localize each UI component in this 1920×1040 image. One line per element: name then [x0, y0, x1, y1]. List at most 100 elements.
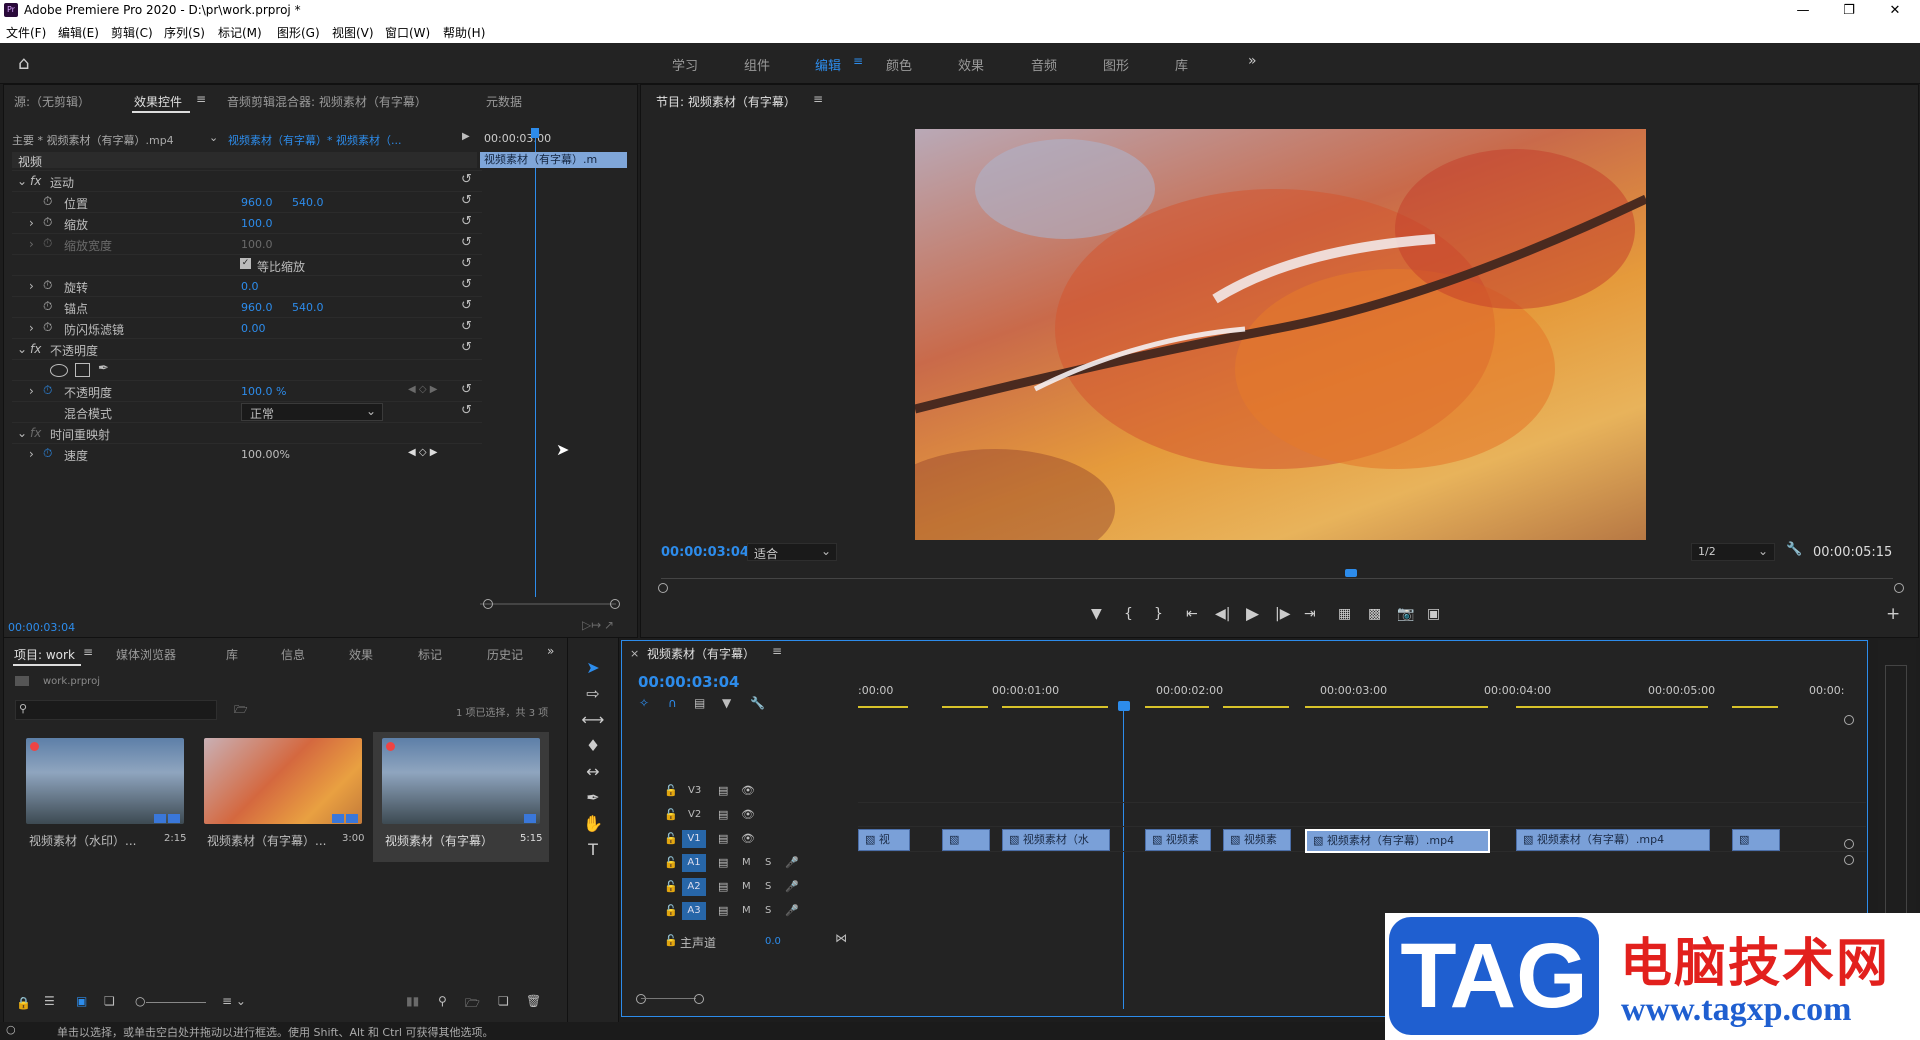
resolution-select[interactable]: 1/2 ⌄ [1691, 543, 1775, 561]
opacity-value[interactable]: 100.0 % [241, 385, 286, 398]
timeline-clip[interactable]: ▧ 视 [858, 829, 910, 851]
panel-menu-icon[interactable]: ≡ [772, 644, 782, 658]
reset-icon[interactable]: ↺ [461, 193, 472, 208]
antiflicker-value[interactable]: 0.00 [241, 322, 266, 335]
menu-view[interactable]: 视图(V) [332, 24, 374, 41]
ws-effects[interactable]: 效果 [958, 55, 984, 74]
tab-media-browser[interactable]: 媒体浏览器 [116, 646, 176, 663]
project-item[interactable]: 视频素材（有字幕）... 3:00 [195, 732, 371, 862]
menu-help[interactable]: 帮助(H) [443, 24, 485, 41]
mic-icon[interactable]: 🎤 [785, 856, 799, 869]
ws-menu-icon[interactable]: ≡ [853, 54, 863, 68]
row-opacity-group[interactable]: ⌄ fx 不透明度 ↺ [12, 338, 482, 359]
h-scroll-handle[interactable] [694, 994, 704, 1004]
mark-out-icon[interactable]: } [1154, 606, 1163, 622]
solo-button[interactable]: S [765, 857, 771, 868]
mark-in-icon[interactable]: { [1124, 606, 1133, 622]
freeform-view-icon[interactable]: ❏ [104, 994, 115, 1008]
export-icon[interactable]: ↗ [604, 618, 614, 632]
tab-history[interactable]: 历史记 [487, 646, 523, 663]
clip-thumbnail[interactable] [382, 738, 540, 824]
panel-menu-icon[interactable]: ≡ [196, 92, 206, 106]
dropdown-arrow-icon[interactable]: ⌄ [209, 131, 218, 144]
tab-info[interactable]: 信息 [281, 646, 305, 663]
keyframe-nav-icon[interactable]: ◀ ◇ ▶ [408, 384, 437, 395]
selection-tool-icon[interactable]: ➤ [581, 658, 605, 680]
chevron-right-icon[interactable]: › [29, 216, 34, 230]
time-ruler[interactable]: :00:00 00:00:01:00 00:00:02:00 00:00:03:… [858, 669, 1848, 709]
blend-mode-select[interactable]: 正常 ⌄ [241, 403, 383, 421]
row-scale[interactable]: › ⏱ 缩放 100.0 ↺ [12, 212, 482, 233]
menu-clip[interactable]: 剪辑(C) [111, 24, 153, 41]
row-motion[interactable]: ⌄ fx 运动 ↺ [12, 170, 482, 191]
row-rotation[interactable]: › ⏱ 旋转 0.0 ↺ [12, 275, 482, 296]
tab-project[interactable]: 项目: work [14, 646, 75, 663]
lock-track-icon[interactable]: 🔓 [664, 856, 678, 869]
panel-menu-icon[interactable]: ≡ [83, 645, 93, 659]
timeline-settings-icon[interactable]: 🔧 [750, 696, 765, 710]
row-blend-mode[interactable]: 混合模式 正常 ⌄ ↺ [12, 401, 482, 422]
master-volume[interactable]: 0.0 [765, 936, 781, 947]
row-anchor[interactable]: ⏱ 锚点 960.0 540.0 ↺ [12, 296, 482, 317]
v-scroll-handle[interactable] [1844, 839, 1854, 849]
sync-lock-icon[interactable]: ▤ [718, 880, 728, 893]
pen-tool-icon[interactable]: ✒ [581, 788, 605, 810]
chevron-right-icon[interactable]: › [29, 321, 34, 335]
restore-icon[interactable]: ❐ [1826, 0, 1872, 21]
program-scrubber[interactable] [661, 567, 1893, 587]
sequence-clip-label[interactable]: 视频素材（有字幕）* 视频素材（... [228, 132, 402, 148]
menu-file[interactable]: 文件(F) [6, 24, 46, 41]
close-icon[interactable]: ✕ [1872, 0, 1918, 21]
tab-effect-controls[interactable]: 效果控件 [134, 93, 182, 110]
menu-edit[interactable]: 编辑(E) [58, 24, 99, 41]
go-to-out-icon[interactable]: ⇥ [1304, 606, 1316, 622]
ripple-edit-tool-icon[interactable]: ⟷ [581, 710, 605, 732]
rectangle-mask-icon[interactable] [75, 363, 90, 377]
reset-icon[interactable]: ↺ [461, 256, 472, 271]
panel-menu-icon[interactable]: ≡ [813, 92, 823, 106]
stopwatch-icon[interactable]: ⏱ [43, 278, 52, 293]
sort-icon[interactable]: ≡ ⌄ [222, 994, 246, 1008]
more-panels-icon[interactable]: » [547, 644, 554, 658]
mute-button[interactable]: M [742, 905, 751, 916]
row-time-remap[interactable]: ⌄ fx 时间重映射 [12, 422, 482, 443]
row-antiflicker[interactable]: › ⏱ 防闪烁滤镜 0.00 ↺ [12, 317, 482, 338]
close-tab-icon[interactable]: × [630, 647, 639, 660]
wrench-icon[interactable]: 🔧 [1786, 542, 1802, 557]
lock-track-icon[interactable]: 🔓 [664, 934, 678, 947]
mute-button[interactable]: M [742, 881, 751, 892]
row-uniform-scale[interactable]: ✓ 等比缩放 ↺ [12, 254, 482, 275]
slip-tool-icon[interactable]: ↔ [581, 762, 605, 784]
tab-libraries[interactable]: 库 [226, 646, 238, 663]
minimize-icon[interactable]: — [1780, 0, 1826, 21]
position-x[interactable]: 960.0 [241, 196, 273, 209]
timeline-clip[interactable]: ▧ 视频素 [1223, 829, 1291, 851]
timeline-clip-selected[interactable]: ▧ 视频素材（有字幕）.mp4 [1305, 829, 1490, 853]
track-a1[interactable]: 🔓 A1 ▤ M S 🎤 [622, 853, 858, 875]
ws-audio[interactable]: 音频 [1031, 55, 1057, 74]
ws-libraries[interactable]: 库 [1175, 55, 1188, 74]
stopwatch-active-icon[interactable]: ⏱ [43, 383, 52, 398]
find-icon[interactable]: ⚲ [438, 994, 447, 1008]
mini-clip[interactable]: 视频素材（有字幕）.m [480, 152, 627, 168]
step-back-icon[interactable]: ◀| [1215, 606, 1230, 622]
play-icon[interactable]: ▶ [1246, 604, 1259, 624]
scroll-handle-right[interactable] [1894, 583, 1904, 593]
reset-icon[interactable]: ↺ [461, 277, 472, 292]
reset-icon[interactable]: ↺ [461, 340, 472, 355]
new-bin-icon[interactable]: 🗁 [465, 994, 480, 1015]
ws-graphics[interactable]: 图形 [1103, 55, 1129, 74]
timeline-clip[interactable]: ▧ 视频素材（水 [1002, 829, 1110, 851]
trash-icon[interactable]: 🗑 [526, 994, 541, 1008]
track-a3[interactable]: 🔓 A3 ▤ M S 🎤 [622, 901, 858, 923]
lock-track-icon[interactable]: 🔓 [664, 904, 678, 917]
timeline-clip[interactable]: ▧ [1732, 829, 1780, 851]
stopwatch-active-icon[interactable]: ⏱ [43, 446, 52, 461]
lock-track-icon[interactable]: 🔓 [664, 808, 678, 821]
program-title[interactable]: 节目: 视频素材（有字幕） [656, 93, 796, 110]
track-v2[interactable]: 🔓 V2 ▤ 👁 [622, 805, 858, 827]
v-scroll-handle[interactable] [1844, 855, 1854, 865]
razor-tool-icon[interactable]: ♦ [581, 736, 605, 758]
chevron-right-icon[interactable]: › [29, 279, 34, 293]
scale-value[interactable]: 100.0 [241, 217, 273, 230]
